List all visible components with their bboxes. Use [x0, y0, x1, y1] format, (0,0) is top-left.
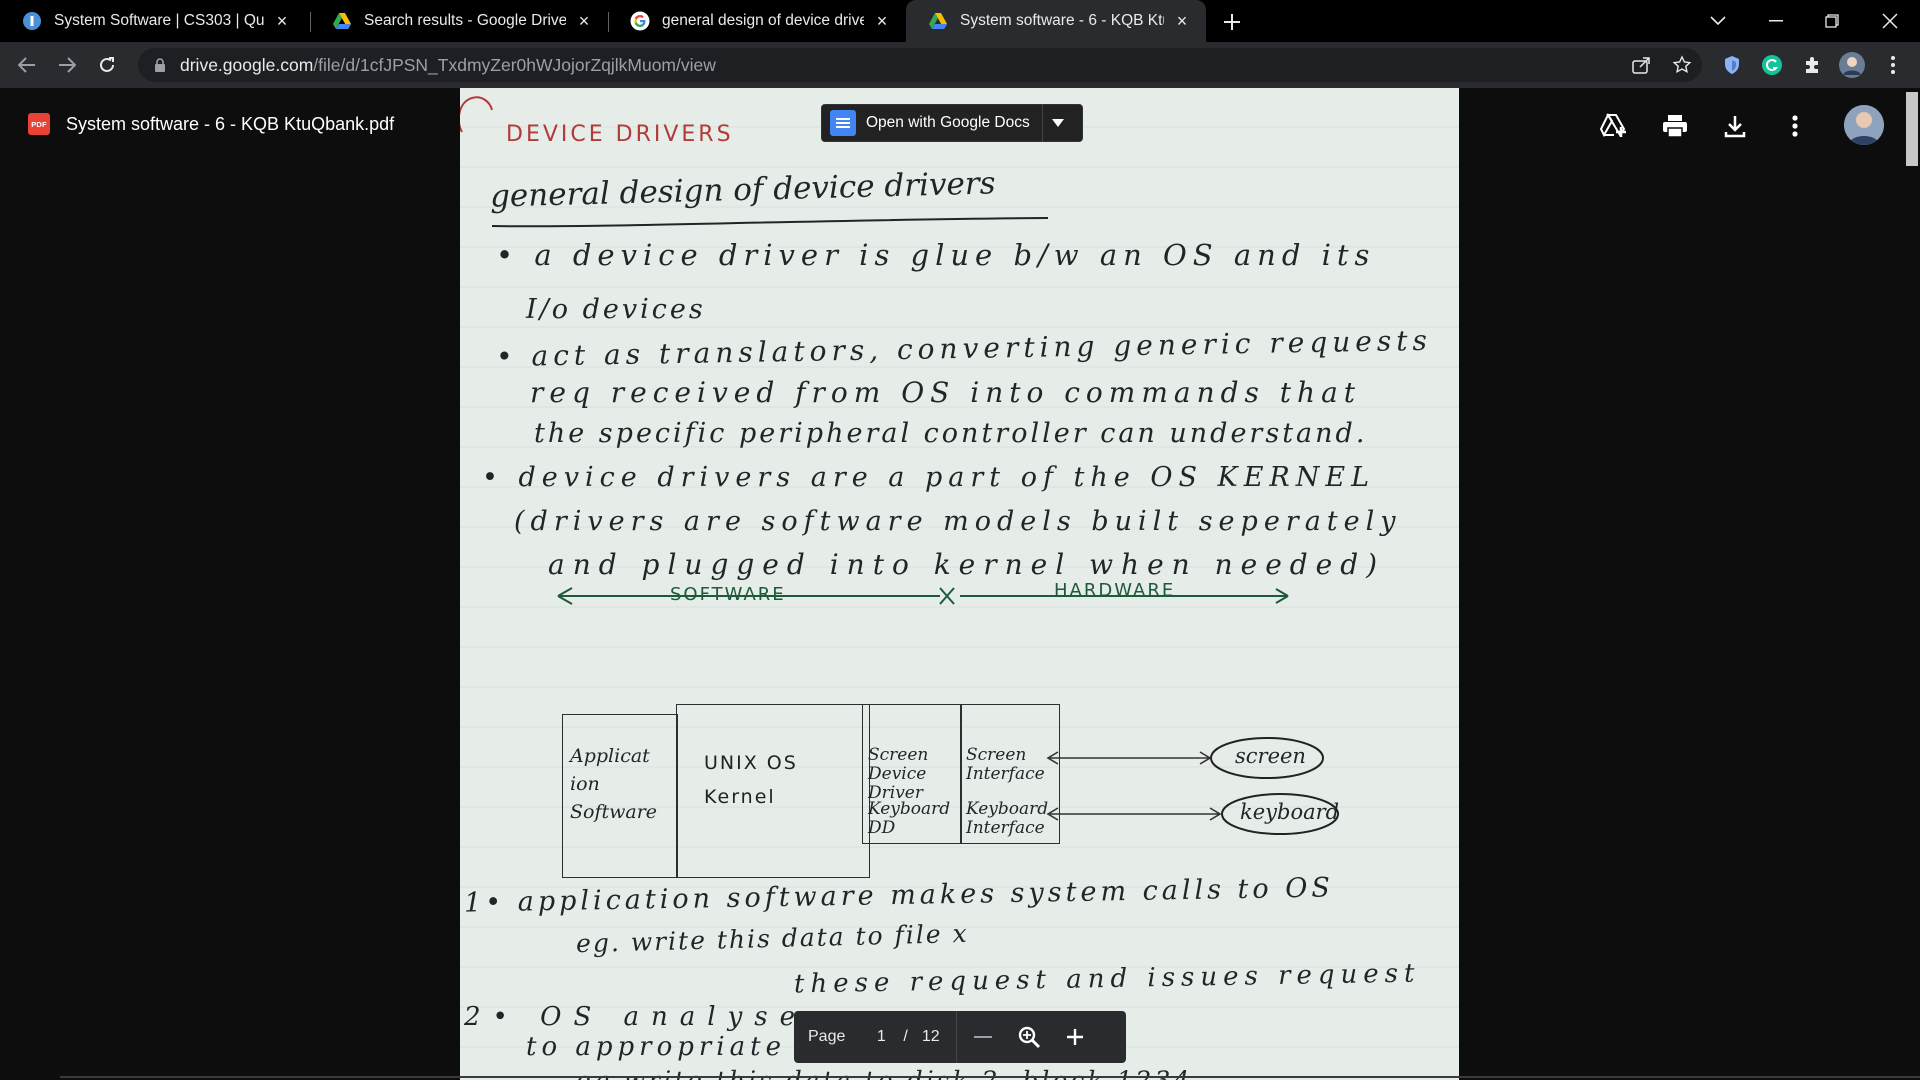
reload-icon[interactable] — [92, 50, 122, 80]
close-icon[interactable]: × — [574, 11, 594, 31]
app-label: Applicat ion Software — [570, 745, 658, 823]
tab-system-software-questions[interactable]: System Software | CS303 | Questi × — [0, 0, 306, 42]
tab-drive-search-results[interactable]: Search results - Google Drive × — [310, 0, 608, 42]
print-icon[interactable] — [1659, 110, 1691, 142]
keyboard-driver-label: Keyboard DD — [868, 799, 951, 838]
google-drive-icon — [928, 11, 948, 31]
screen-interface-label: Screen Interface — [966, 745, 1045, 784]
hardware-label: HARDWARE — [1054, 580, 1176, 601]
control-divider — [955, 1011, 957, 1063]
zoom-magnifier-icon[interactable] — [1009, 1017, 1049, 1057]
add-shortcut-to-drive-icon[interactable] — [1598, 110, 1630, 142]
tab-google-search[interactable]: general design of device driver - × — [608, 0, 906, 42]
tab-search-chevron-icon[interactable] — [1690, 0, 1746, 42]
new-tab-icon[interactable] — [1218, 8, 1246, 36]
file-title-bar: PDF System software - 6 - KQB KtuQbank.p… — [28, 112, 394, 136]
handwritten-line: I/o devices — [526, 294, 706, 325]
google-drive-icon — [332, 11, 352, 31]
pdf-file-icon: PDF — [28, 113, 50, 135]
minimize-icon[interactable] — [1748, 0, 1804, 42]
profile-avatar-icon[interactable] — [1839, 52, 1865, 78]
close-icon[interactable]: × — [872, 11, 892, 31]
dropdown-caret-icon[interactable] — [1043, 119, 1073, 127]
software-label: SOFTWARE — [670, 584, 786, 605]
lock-icon[interactable] — [152, 57, 168, 73]
handwritten-line: (drivers are software models built seper… — [514, 506, 1402, 537]
handwritten-line: req received from OS into commands that — [530, 376, 1362, 409]
forward-icon[interactable] — [52, 50, 82, 80]
download-icon[interactable] — [1719, 110, 1751, 142]
tab-system-software-pdf[interactable]: System software - 6 - KQB KtuQb × — [906, 0, 1206, 42]
tab-label: Search results - Google Drive — [364, 12, 566, 29]
page-label: Page — [808, 1028, 846, 1045]
heading-marker — [460, 96, 493, 133]
page-separator: / — [903, 1028, 908, 1045]
browser-menu-icon[interactable] — [1880, 52, 1906, 78]
kernel-label: UNIX OS Kernel — [704, 752, 798, 808]
handwritten-line: 2• OS analyses — [464, 1002, 833, 1032]
scrollbar-track[interactable] — [1902, 88, 1920, 1080]
shield-extension-icon[interactable] — [1719, 52, 1745, 78]
back-icon[interactable] — [12, 50, 42, 80]
screen-driver-label: Screen Device Driver — [868, 745, 929, 803]
close-window-icon[interactable] — [1862, 0, 1918, 42]
share-icon[interactable] — [1628, 52, 1654, 78]
keyboard-interface-label: Keyboard Interface — [966, 799, 1049, 838]
page-controls: Page 1 / 12 — [794, 1011, 1126, 1063]
keyboard-device-label: keyboard — [1240, 800, 1340, 824]
zoom-in-icon[interactable] — [1055, 1017, 1095, 1057]
title-underline — [491, 217, 1049, 228]
account-avatar[interactable] — [1844, 105, 1884, 145]
ktu-icon — [22, 11, 42, 31]
file-title: System software - 6 - KQB KtuQbank.pdf — [66, 113, 395, 134]
open-with-label: Open with Google Docs — [866, 114, 1030, 131]
page-total: 12 — [921, 1028, 940, 1045]
extensions-puzzle-icon[interactable] — [1799, 52, 1825, 78]
tab-label: general design of device driver - — [662, 12, 864, 29]
pdf-page[interactable]: DEVICE DRIVERS general design of device … — [460, 88, 1459, 1080]
page-number-input[interactable]: 1 — [873, 1028, 889, 1046]
handwritten-line: • device drivers are a part of the OS KE… — [482, 462, 1376, 493]
open-with-google-docs-button[interactable]: Open with Google Docs — [821, 104, 1083, 142]
google-docs-icon — [830, 110, 856, 136]
restore-icon[interactable] — [1804, 0, 1860, 42]
grammarly-icon[interactable] — [1759, 52, 1785, 78]
software-hardware-diagram: SOFTWARE HARDWARE Applicat ion Software … — [460, 576, 1459, 886]
tab-label: System software - 6 - KQB KtuQb — [960, 12, 1164, 29]
address-bar[interactable]: drive.google.com/file/d/1cfJPSN_TxdmyZer… — [138, 48, 1702, 82]
tab-strip: System Software | CS303 | Questi × Searc… — [0, 0, 1920, 42]
bookmark-star-icon[interactable] — [1669, 52, 1695, 78]
scrollbar-thumb[interactable] — [1906, 92, 1918, 166]
screen-device-label: screen — [1235, 744, 1306, 768]
close-icon[interactable]: × — [1172, 11, 1192, 31]
page-heading: DEVICE DRIVERS — [506, 122, 734, 147]
url-text: drive.google.com/file/d/1cfJPSN_TxdmyZer… — [180, 55, 716, 76]
tab-label: System Software | CS303 | Questi — [54, 12, 264, 29]
url-path: /file/d/1cfJPSN_TxdmyZer0hWJojorZqjlkMuo… — [313, 54, 716, 75]
more-actions-icon[interactable] — [1779, 110, 1811, 142]
bottom-border — [60, 1076, 1920, 1078]
url-host: drive.google.com — [180, 54, 314, 75]
handwritten-line: • a device driver is glue b/w an OS and … — [496, 238, 1376, 272]
google-icon — [630, 11, 650, 31]
close-icon[interactable]: × — [272, 11, 292, 31]
zoom-out-icon[interactable] — [963, 1017, 1003, 1057]
handwritten-line: the specific peripheral controller can u… — [534, 418, 1368, 449]
